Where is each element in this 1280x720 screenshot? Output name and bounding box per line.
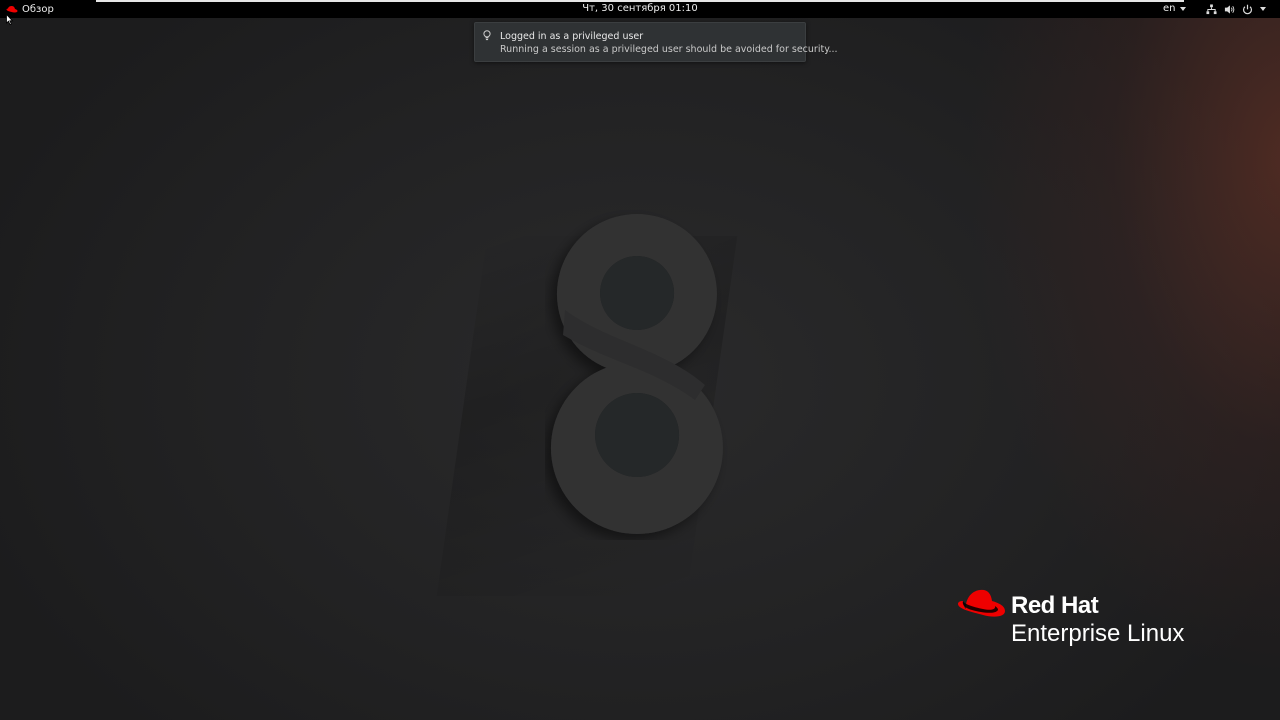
language-selector[interactable]: en <box>1163 3 1186 14</box>
chevron-down-icon <box>1179 6 1186 11</box>
notification-body: Running a session as a privileged user s… <box>500 44 838 55</box>
lightbulb-icon <box>483 30 491 41</box>
activities-label: Обзор <box>22 4 54 15</box>
clock-container: Чт, 30 сентября 01:10 <box>0 3 1280 14</box>
chevron-down-icon <box>1260 7 1266 11</box>
redhat-hat-icon <box>958 589 1005 617</box>
date-time-display[interactable]: Чт, 30 сентября 01:10 <box>582 3 698 14</box>
brand-line-1: Red Hat <box>1011 592 1099 619</box>
brand-line-2: Enterprise Linux <box>1011 620 1185 647</box>
top-bar: Обзор Чт, 30 сентября 01:10 en <box>0 0 1280 18</box>
topbar-highlight-line <box>96 0 1184 2</box>
notification-title: Logged in as a privileged user <box>500 31 644 42</box>
number-eight-icon <box>550 214 723 534</box>
mouse-cursor-icon <box>6 14 14 26</box>
network-icon <box>1206 3 1217 14</box>
volume-icon <box>1224 4 1235 14</box>
power-icon <box>1242 4 1253 14</box>
notification-banner[interactable]: Logged in as a privileged user Running a… <box>474 22 838 62</box>
system-menu[interactable] <box>1206 2 1266 16</box>
language-label: en <box>1163 3 1176 14</box>
redhat-enterprise-linux-logo: Red Hat Enterprise Linux <box>956 587 1226 657</box>
redhat-icon <box>6 6 18 13</box>
